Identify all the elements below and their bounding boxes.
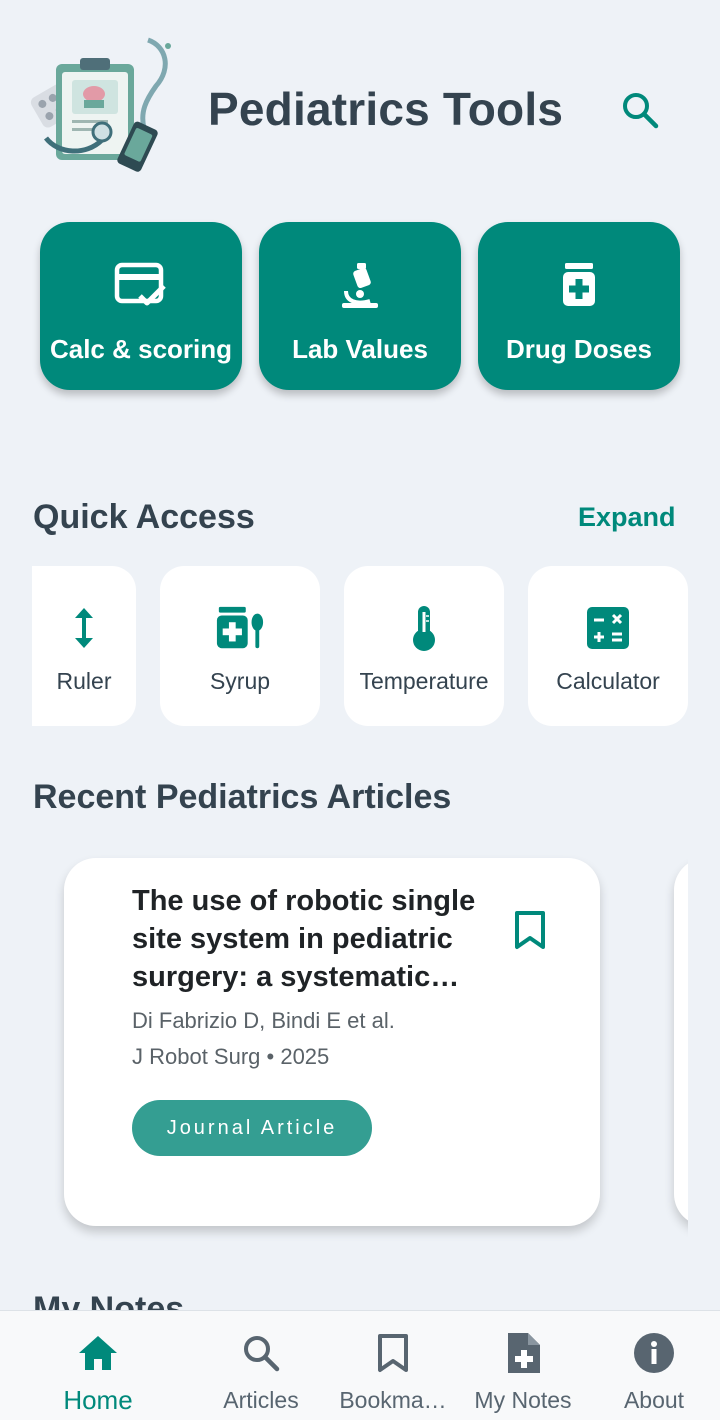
bottom-navigation: Home Articles Bookma… My Notes About — [0, 1310, 720, 1420]
quick-access-row[interactable]: Ruler Syrup Temperature Calculator — [32, 566, 688, 726]
clipboard-stethoscope-illustration — [28, 28, 178, 178]
nav-label: Articles — [223, 1387, 299, 1413]
next-article-card[interactable] — [674, 858, 688, 1226]
article-authors: Di Fabrizio D, Bindi E et al. — [132, 1008, 395, 1033]
tile-label: Drug Doses — [506, 334, 652, 364]
vertical-arrows-icon — [59, 604, 109, 652]
calculator-icon — [583, 604, 633, 652]
nav-label: Home — [63, 1385, 133, 1415]
info-icon — [632, 1331, 676, 1375]
syrup-spoon-icon — [215, 604, 265, 652]
thermometer-icon — [399, 604, 449, 652]
nav-my-notes[interactable]: My Notes — [468, 1311, 578, 1420]
nav-articles[interactable]: Articles — [206, 1311, 316, 1420]
medicine-bottle-icon — [552, 260, 606, 310]
nav-about[interactable]: About — [604, 1311, 704, 1420]
article-card[interactable]: The use of robotic single site system in… — [64, 858, 600, 1226]
tile-label: Calc & scoring — [49, 334, 233, 364]
quick-access-label: Syrup — [209, 668, 271, 694]
bookmark-button[interactable] — [508, 906, 552, 954]
tile-calc-scoring[interactable]: Calc & scoring — [40, 222, 242, 390]
bookmark-icon — [515, 911, 545, 949]
quick-access-syrup[interactable]: Syrup — [160, 566, 320, 726]
note-add-icon — [501, 1331, 545, 1375]
articles-carousel[interactable]: The use of robotic single site system in… — [32, 850, 688, 1250]
nav-home[interactable]: Home — [38, 1311, 158, 1420]
quick-access-label: Ruler — [56, 668, 112, 694]
nav-label: Bookma… — [339, 1387, 447, 1413]
article-source: J Robot Surg • 2025 — [132, 1044, 330, 1069]
quick-access-title: Quick Access — [33, 498, 255, 536]
tools-grid: Calc & scoring Lab Values Drug Doses — [40, 222, 680, 390]
quick-access-calculator[interactable]: Calculator — [528, 566, 688, 726]
tile-label: Lab Values — [292, 334, 428, 364]
calc-card-check-icon — [114, 260, 168, 310]
quick-access-label: Calculator — [556, 668, 660, 694]
header: Pediatrics Tools — [0, 0, 720, 210]
recent-articles-title: Recent Pediatrics Articles — [33, 778, 452, 816]
app-root: Pediatrics Tools Calc & scoring Lab Valu… — [0, 0, 720, 1420]
search-button[interactable] — [614, 84, 666, 136]
search-icon — [623, 93, 659, 129]
article-type-chip[interactable]: Journal Article — [132, 1100, 372, 1156]
microscope-icon — [333, 260, 387, 310]
tile-lab-values[interactable]: Lab Values — [259, 222, 461, 390]
bookmark-icon — [371, 1331, 415, 1375]
expand-link[interactable]: Expand — [578, 502, 676, 533]
quick-access-temperature[interactable]: Temperature — [344, 566, 504, 726]
search-icon — [239, 1331, 283, 1375]
home-icon — [76, 1331, 120, 1375]
nav-label: My Notes — [474, 1387, 572, 1413]
nav-label: About — [623, 1387, 685, 1413]
quick-access-label: Temperature — [359, 668, 489, 694]
nav-bookmarks[interactable]: Bookma… — [333, 1311, 453, 1420]
app-title: Pediatrics Tools — [208, 83, 564, 135]
article-title: The use of robotic single site system in… — [132, 885, 476, 993]
tile-drug-doses[interactable]: Drug Doses — [478, 222, 680, 390]
quick-access-ruler[interactable]: Ruler — [32, 566, 136, 726]
